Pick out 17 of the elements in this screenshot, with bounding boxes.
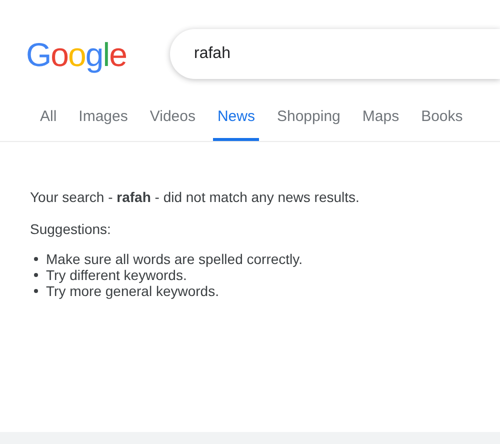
suggestion-text: Make sure all words are spelled correctly. xyxy=(46,251,303,267)
bullet-icon xyxy=(34,257,38,261)
search-field[interactable]: rafah xyxy=(170,29,500,79)
suggestion-text: Try more general keywords. xyxy=(46,283,219,299)
tab[interactable]: Images xyxy=(78,104,128,141)
bullet-icon xyxy=(34,273,38,277)
tab[interactable]: Videos xyxy=(150,104,196,141)
tab[interactable]: Maps xyxy=(362,104,400,141)
bullet-icon xyxy=(34,289,38,293)
tab[interactable]: All xyxy=(40,104,57,141)
no-results-message: Your search - rafah - did not match any news results. xyxy=(30,188,360,207)
tab[interactable]: Books xyxy=(421,104,463,141)
tab[interactable]: Shopping xyxy=(276,104,340,141)
suggestions-heading: Suggestions: xyxy=(30,220,112,239)
google-logo[interactable]: Google xyxy=(26,38,136,70)
suggestion-text: Try different keywords. xyxy=(46,267,187,283)
tab[interactable]: News xyxy=(213,104,259,141)
